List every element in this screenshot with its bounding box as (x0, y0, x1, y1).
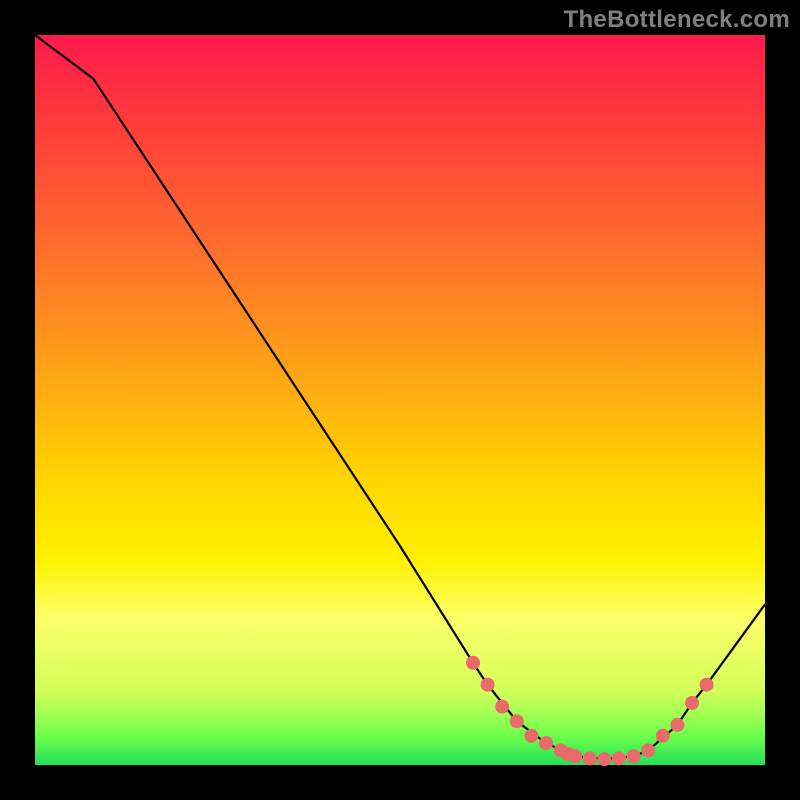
data-point (583, 751, 597, 765)
gradient-plot-area (35, 35, 765, 765)
data-point (597, 752, 611, 766)
data-point (524, 729, 538, 743)
data-point (568, 749, 582, 763)
watermark-text: TheBottleneck.com (564, 6, 790, 34)
data-point (510, 714, 524, 728)
data-point (627, 749, 641, 763)
data-point (670, 718, 684, 732)
data-point (539, 736, 553, 750)
data-point (685, 696, 699, 710)
data-point (612, 751, 626, 765)
data-point (466, 656, 480, 670)
data-point (481, 678, 495, 692)
data-point (641, 743, 655, 757)
chart-svg (35, 35, 765, 765)
data-point (495, 700, 509, 714)
data-point (656, 729, 670, 743)
chart-frame: TheBottleneck.com (0, 0, 800, 800)
series-line (35, 35, 765, 759)
data-point (700, 678, 714, 692)
series-points (466, 656, 714, 766)
